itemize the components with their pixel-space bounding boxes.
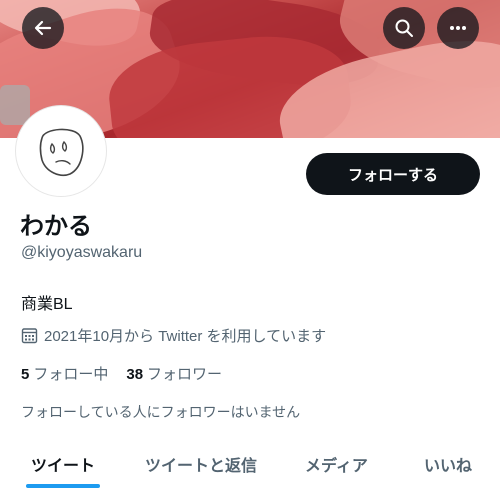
display-name: わかる [20, 213, 92, 240]
follow-stats: 5 フォロー中 38 フォロワー [21, 363, 222, 384]
following-label: フォロー中 [33, 366, 109, 383]
calendar-icon [21, 328, 38, 344]
tab-label: いいね [424, 458, 473, 475]
tab-likes[interactable]: いいね [424, 436, 472, 489]
follow-button[interactable]: フォローする [306, 153, 480, 195]
search-button[interactable] [383, 7, 425, 49]
joined-date: 2021年10月から Twitter を利用しています [21, 325, 326, 346]
avatar[interactable] [16, 106, 106, 196]
followers-label: フォロワー [147, 366, 223, 383]
following-count: 5 [21, 366, 30, 383]
tab-tweets[interactable]: ツイート [26, 436, 100, 489]
arrow-left-icon [34, 20, 52, 36]
back-button[interactable] [22, 7, 64, 49]
joined-text: 2021年10月から Twitter を利用しています [44, 328, 327, 345]
face-doodle-icon [39, 128, 84, 176]
followers-you-know: フォローしている人にフォロワーはいません [21, 404, 301, 420]
profile-tabs: ツイート ツイートと返信 メディア いいね [0, 436, 500, 489]
more-horizontal-icon [450, 26, 466, 30]
handle: @kiyoyaswakaru [21, 244, 143, 261]
tab-label: ツイートと返信 [145, 458, 258, 475]
tab-label: メディア [305, 458, 368, 475]
active-tab-indicator [26, 484, 100, 488]
followers-link[interactable]: 38 フォロワー [126, 363, 222, 384]
following-link[interactable]: 5 フォロー中 [21, 363, 108, 384]
banner-shape [0, 85, 30, 125]
tab-label: ツイート [30, 458, 95, 475]
tab-media[interactable]: メディア [305, 436, 368, 489]
more-button[interactable] [437, 7, 479, 49]
search-icon [395, 19, 413, 37]
bio: 商業BL [21, 296, 73, 313]
tab-tweets-and-replies[interactable]: ツイートと返信 [145, 436, 257, 489]
followers-count: 38 [126, 366, 144, 383]
